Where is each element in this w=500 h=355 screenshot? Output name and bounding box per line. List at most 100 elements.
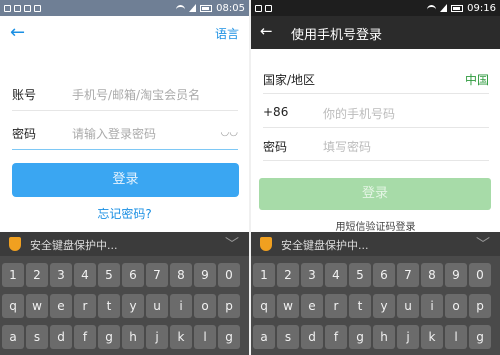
key[interactable]: s <box>26 325 48 349</box>
key[interactable]: r <box>325 294 347 318</box>
key[interactable]: u <box>397 294 419 318</box>
phone-input[interactable]: 你的手机号码 <box>323 105 395 122</box>
account-input[interactable]: 手机号/邮箱/淘宝会员名 <box>72 86 200 103</box>
key[interactable]: a <box>253 325 275 349</box>
keyboard-row-qwerty: q w e r t y u i o p <box>2 294 240 318</box>
key[interactable]: k <box>421 325 443 349</box>
keyboard-row-asdf: a s d f g h j k l g <box>2 325 240 349</box>
key[interactable]: 7 <box>397 263 419 287</box>
key[interactable]: q <box>2 294 24 318</box>
collapse-keyboard-icon[interactable]: ﹀ <box>225 234 239 254</box>
collapse-keyboard-icon[interactable]: ﹀ <box>476 234 490 254</box>
key[interactable]: w <box>277 294 299 318</box>
key[interactable]: g <box>98 325 120 349</box>
key[interactable]: f <box>74 325 96 349</box>
password-input[interactable]: 请输入登录密码 <box>72 125 156 142</box>
phone-row[interactable]: +86 你的手机号码 <box>263 96 489 128</box>
key[interactable]: 4 <box>74 263 96 287</box>
key[interactable]: 8 <box>421 263 443 287</box>
key[interactable]: 1 <box>2 263 24 287</box>
forgot-password-link[interactable]: 忘记密码? <box>0 205 249 222</box>
key[interactable]: g <box>349 325 371 349</box>
key[interactable]: o <box>194 294 216 318</box>
battery-icon <box>451 4 464 12</box>
key[interactable]: 1 <box>253 263 275 287</box>
shield-icon <box>260 237 272 251</box>
key[interactable]: d <box>50 325 72 349</box>
keyboard: 安全键盘保护中... ﹀ 1 2 3 4 5 6 7 8 9 0 q w e r… <box>251 232 500 355</box>
key[interactable]: i <box>421 294 443 318</box>
left-screen: 08:05 ← 语言 账号 手机号/邮箱/淘宝会员名 密码 请输入登录密码 ◡◡… <box>0 0 249 355</box>
key[interactable]: e <box>50 294 72 318</box>
key[interactable]: 5 <box>349 263 371 287</box>
login-button[interactable]: 登录 <box>12 163 239 197</box>
key[interactable]: a <box>2 325 24 349</box>
region-row[interactable]: 国家/地区 中国 <box>263 62 489 94</box>
notification-icons <box>255 4 272 12</box>
key[interactable]: f <box>325 325 347 349</box>
key[interactable]: l <box>194 325 216 349</box>
account-field[interactable]: 账号 手机号/邮箱/淘宝会员名 <box>12 75 238 111</box>
key[interactable]: p <box>218 294 240 318</box>
key[interactable]: h <box>373 325 395 349</box>
language-link[interactable]: 语言 <box>215 25 239 42</box>
wifi-icon <box>427 4 437 12</box>
back-arrow-icon[interactable]: ← <box>10 22 25 43</box>
key[interactable]: y <box>122 294 144 318</box>
keyboard-security-bar: 安全键盘保护中... ﹀ <box>251 232 500 256</box>
key[interactable]: e <box>301 294 323 318</box>
password-input[interactable]: 填写密码 <box>323 138 371 155</box>
password-row[interactable]: 密码 填写密码 <box>263 129 489 161</box>
key[interactable]: 6 <box>373 263 395 287</box>
region-label: 国家/地区 <box>263 73 316 87</box>
key[interactable]: j <box>146 325 168 349</box>
key[interactable]: t <box>349 294 371 318</box>
key[interactable]: o <box>445 294 467 318</box>
key[interactable]: r <box>74 294 96 318</box>
key[interactable]: k <box>170 325 192 349</box>
back-arrow-icon[interactable]: ← <box>260 22 273 40</box>
key[interactable]: 2 <box>26 263 48 287</box>
key[interactable]: 3 <box>50 263 72 287</box>
header: ← 语言 <box>0 16 249 52</box>
key[interactable]: 0 <box>218 263 240 287</box>
key[interactable]: l <box>445 325 467 349</box>
signal-icon <box>440 4 448 12</box>
key[interactable]: 4 <box>325 263 347 287</box>
key[interactable]: 9 <box>194 263 216 287</box>
password-label: 密码 <box>12 127 37 141</box>
key[interactable]: i <box>170 294 192 318</box>
region-value[interactable]: 中国 <box>465 71 489 88</box>
key[interactable]: y <box>373 294 395 318</box>
key[interactable]: 8 <box>170 263 192 287</box>
key[interactable]: t <box>98 294 120 318</box>
eye-closed-icon[interactable]: ◡◡ <box>221 127 238 138</box>
password-label: 密码 <box>263 140 288 154</box>
key[interactable]: q <box>253 294 275 318</box>
shield-icon <box>9 237 21 251</box>
key[interactable]: u <box>146 294 168 318</box>
key[interactable]: g <box>469 325 491 349</box>
key[interactable]: h <box>122 325 144 349</box>
security-text: 安全键盘保护中... <box>281 239 369 252</box>
key[interactable]: j <box>397 325 419 349</box>
key[interactable]: w <box>26 294 48 318</box>
key[interactable]: 7 <box>146 263 168 287</box>
login-button[interactable]: 登录 <box>259 178 491 210</box>
header: ← 使用手机号登录 <box>251 16 500 49</box>
key[interactable]: 6 <box>122 263 144 287</box>
key[interactable]: 5 <box>98 263 120 287</box>
key[interactable]: 9 <box>445 263 467 287</box>
key[interactable]: 0 <box>469 263 491 287</box>
key[interactable]: g <box>218 325 240 349</box>
keyboard-security-bar: 安全键盘保护中... ﹀ <box>0 232 249 256</box>
key[interactable]: 2 <box>277 263 299 287</box>
key[interactable]: p <box>469 294 491 318</box>
keyboard-row-numbers: 1 2 3 4 5 6 7 8 9 0 <box>253 263 491 287</box>
password-field[interactable]: 密码 请输入登录密码 ◡◡ <box>12 114 238 150</box>
key[interactable]: s <box>277 325 299 349</box>
key[interactable]: d <box>301 325 323 349</box>
key[interactable]: 3 <box>301 263 323 287</box>
status-bar: 09:16 <box>251 0 500 16</box>
sms-login-link[interactable]: 用短信验证码登录 <box>251 221 500 231</box>
